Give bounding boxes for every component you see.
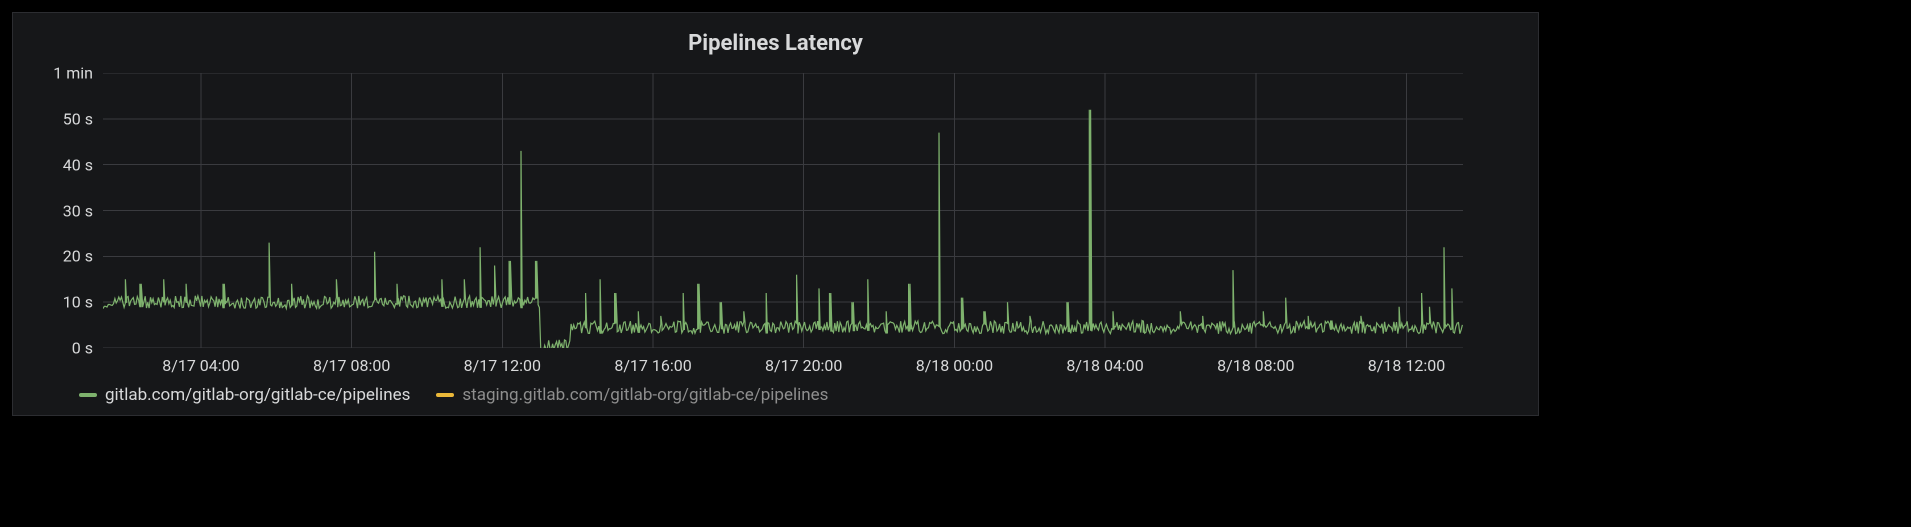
x-axis-tick: 8/17 16:00	[614, 356, 691, 375]
y-axis-tick: 40 s	[63, 155, 93, 174]
x-axis-tick: 8/17 08:00	[313, 356, 390, 375]
series-line	[103, 110, 1462, 348]
legend-label: staging.gitlab.com/gitlab-org/gitlab-ce/…	[462, 385, 828, 405]
x-axis-tick: 8/17 04:00	[162, 356, 239, 375]
legend-item-production[interactable]: gitlab.com/gitlab-org/gitlab-ce/pipeline…	[79, 385, 410, 405]
y-axis-tick: 0 s	[72, 339, 93, 358]
chart-svg	[103, 73, 1463, 348]
x-axis-tick: 8/17 12:00	[464, 356, 541, 375]
x-axis-tick: 8/17 20:00	[765, 356, 842, 375]
y-axis-tick: 10 s	[63, 293, 93, 312]
y-axis-tick: 50 s	[63, 109, 93, 128]
legend-item-staging[interactable]: staging.gitlab.com/gitlab-org/gitlab-ce/…	[436, 385, 828, 405]
y-axis-tick: 1 min	[53, 64, 93, 83]
chart-plot-area: 0 s10 s20 s30 s40 s50 s1 min 8/17 04:008…	[103, 73, 1463, 348]
x-axis-tick: 8/18 04:00	[1066, 356, 1143, 375]
y-axis-tick: 30 s	[63, 201, 93, 220]
legend-label: gitlab.com/gitlab-org/gitlab-ce/pipeline…	[105, 385, 410, 405]
x-axis-tick: 8/18 00:00	[916, 356, 993, 375]
chart-title: Pipelines Latency	[13, 31, 1538, 56]
y-axis-tick: 20 s	[63, 247, 93, 266]
legend-swatch-icon	[436, 393, 454, 397]
x-axis-tick: 8/18 12:00	[1368, 356, 1445, 375]
chart-panel: Pipelines Latency 0 s10 s20 s30 s40 s50 …	[12, 12, 1539, 416]
legend-swatch-icon	[79, 393, 97, 397]
x-axis-tick: 8/18 08:00	[1217, 356, 1294, 375]
chart-legend: gitlab.com/gitlab-org/gitlab-ce/pipeline…	[79, 385, 828, 405]
